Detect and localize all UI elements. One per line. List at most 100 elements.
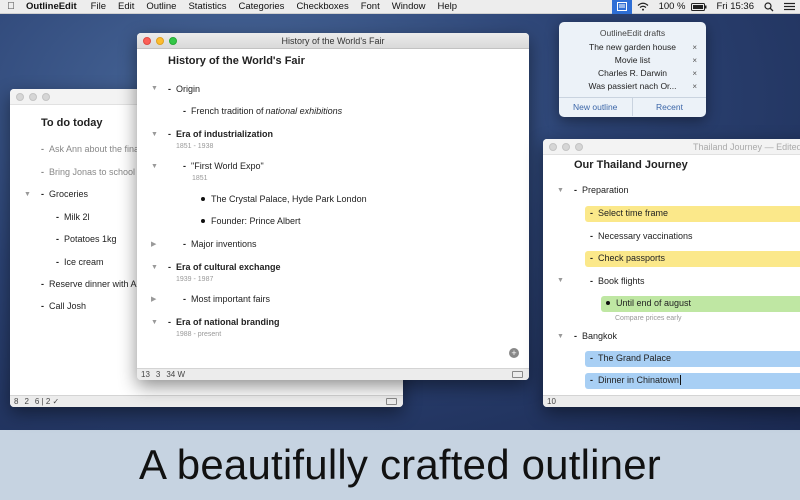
zoom-button[interactable] [42, 92, 50, 101]
item-count: 8 [14, 397, 19, 406]
divider [632, 98, 633, 116]
zoom-button[interactable] [169, 36, 177, 45]
disclosure-triangle-icon[interactable]: ▼ [151, 319, 158, 326]
disclosure-triangle-icon[interactable]: ▼ [557, 277, 564, 284]
close-button[interactable] [16, 92, 24, 101]
outline-row-passports[interactable]: - Check passports [590, 253, 665, 263]
minimize-button[interactable] [156, 36, 164, 45]
outline-row-chinatown[interactable]: - Dinner in Chinatown [590, 375, 682, 385]
text-cursor [680, 375, 682, 385]
thailand-titlebar[interactable]: Thailand Journey — Edited [543, 139, 800, 155]
thailand-statusbar: 10 [543, 395, 800, 407]
note-text: 1939 - 1987 [176, 276, 214, 283]
list-item[interactable]: - Milk 2l [56, 212, 90, 222]
menu-edit[interactable]: Edit [112, 1, 140, 12]
menu-app-name[interactable]: OutlineEdit [22, 1, 85, 12]
new-outline-button[interactable]: New outline [573, 102, 617, 112]
outline-row-cultural[interactable]: - Era of cultural exchange [168, 262, 281, 272]
list-item[interactable]: - Potatoes 1kg [56, 234, 117, 244]
remove-draft-icon[interactable]: × [692, 56, 697, 65]
clock[interactable]: Fri 15:36 [712, 0, 760, 14]
list-item[interactable]: - Bring Jonas to school [41, 167, 135, 177]
todo-heading: To do today [41, 117, 103, 129]
thailand-window: Thailand Journey — Edited Our Thailand J… [543, 139, 800, 407]
outline-row-grand-palace[interactable]: - The Grand Palace [590, 353, 671, 363]
outline-row-french[interactable]: - French tradition of national exhibition… [183, 106, 342, 116]
keyboard-icon[interactable] [512, 371, 523, 378]
disclosure-triangle-icon[interactable]: ▼ [557, 187, 564, 194]
outline-row-fairs[interactable]: - Most important fairs [183, 294, 270, 304]
remove-draft-icon[interactable]: × [692, 43, 697, 52]
level-count: 3 [155, 370, 161, 379]
remove-draft-icon[interactable]: × [692, 82, 697, 91]
disclosure-triangle-collapsed-icon[interactable]: ▶ [151, 240, 156, 248]
list-item[interactable]: - Ask Ann about the fina [41, 144, 139, 154]
draft-item[interactable]: Charles R. Darwin [559, 68, 706, 78]
close-button[interactable] [549, 142, 557, 151]
battery-icon[interactable] [690, 0, 712, 14]
disclosure-triangle-collapsed-icon[interactable]: ▶ [151, 295, 156, 303]
disclosure-triangle-icon[interactable]: ▼ [151, 163, 158, 170]
drafts-menu-icon[interactable] [611, 0, 632, 14]
disclosure-triangle-icon[interactable]: ▼ [151, 85, 158, 92]
outline-row-time-frame[interactable]: - Select time frame [590, 208, 668, 218]
outline-row-until-august[interactable]: Until end of august [606, 298, 691, 308]
battery-percent: 100 % [658, 1, 686, 12]
note-text: 1851 [192, 175, 208, 182]
history-window: History of the World's Fair History of t… [137, 33, 529, 380]
outline-row-crystal-palace[interactable]: The Crystal Palace, Hyde Park London [201, 194, 367, 204]
list-item[interactable]: - Ice cream [56, 257, 104, 267]
menu-categories[interactable]: Categories [232, 1, 290, 12]
minimize-button[interactable] [562, 142, 570, 151]
outline-row-bangkok[interactable]: - Bangkok [574, 331, 617, 341]
menu-help[interactable]: Help [432, 1, 464, 12]
draft-item[interactable]: Movie list [559, 55, 706, 65]
outline-row-branding[interactable]: - Era of national branding [168, 317, 280, 327]
outline-row-origin[interactable]: - Origin [168, 84, 200, 94]
apple-icon[interactable]:  [0, 1, 22, 12]
checkbox-count: 6 | 2 ✓ [34, 397, 60, 406]
menu-statistics[interactable]: Statistics [182, 1, 232, 12]
wifi-icon[interactable] [632, 0, 654, 14]
menu-window[interactable]: Window [386, 1, 432, 12]
draft-item[interactable]: The new garden house [559, 42, 706, 52]
outline-title: Our Thailand Journey [574, 159, 688, 171]
tagline-text: A beautifully crafted outliner [139, 441, 661, 488]
window-title: History of the World's Fair [281, 35, 385, 46]
menu-checkboxes[interactable]: Checkboxes [290, 1, 354, 12]
keyboard-icon[interactable] [386, 398, 397, 405]
outline-row-industrialization[interactable]: - Era of industrialization [168, 129, 273, 139]
outline-row-founder[interactable]: Founder: Prince Albert [201, 216, 301, 226]
search-icon[interactable] [759, 0, 779, 14]
outline-row-vaccinations[interactable]: - Necessary vaccinations [590, 231, 693, 241]
list-item[interactable]: - Reserve dinner with An [41, 279, 142, 289]
outline-row-inventions[interactable]: - Major inventions [183, 239, 257, 249]
menu-font[interactable]: Font [355, 1, 386, 12]
zoom-button[interactable] [575, 142, 583, 151]
menu-file[interactable]: File [85, 1, 112, 12]
list-item[interactable]: - Call Josh [41, 301, 86, 311]
menu-list-icon[interactable] [779, 0, 800, 14]
disclosure-triangle-icon[interactable]: ▼ [24, 191, 31, 198]
popup-title: OutlineEdit drafts [599, 28, 666, 38]
close-button[interactable] [143, 36, 151, 45]
add-row-icon[interactable]: + [509, 348, 519, 358]
disclosure-triangle-icon[interactable]: ▼ [151, 131, 158, 138]
draft-item[interactable]: Was passiert nach Or... [559, 81, 706, 91]
history-statusbar: 13 3 34 W [137, 368, 529, 380]
history-titlebar[interactable]: History of the World's Fair [137, 33, 529, 49]
outline-row-flights[interactable]: - Book flights [590, 276, 645, 286]
disclosure-triangle-icon[interactable]: ▼ [151, 264, 158, 271]
outline-row-preparation[interactable]: - Preparation [574, 185, 629, 195]
window-title: Thailand Journey — Edited [693, 141, 800, 152]
minimize-button[interactable] [29, 92, 37, 101]
note-text: 1851 - 1938 [176, 143, 214, 150]
word-count: 34 W [166, 370, 186, 379]
note-text: Compare prices early [615, 315, 682, 322]
remove-draft-icon[interactable]: × [692, 69, 697, 78]
recent-button[interactable]: Recent [656, 102, 683, 112]
disclosure-triangle-icon[interactable]: ▼ [557, 333, 564, 340]
list-item[interactable]: - Groceries [41, 189, 88, 199]
menu-outline[interactable]: Outline [140, 1, 182, 12]
outline-row-first-expo[interactable]: - "First World Expo" [183, 161, 264, 171]
